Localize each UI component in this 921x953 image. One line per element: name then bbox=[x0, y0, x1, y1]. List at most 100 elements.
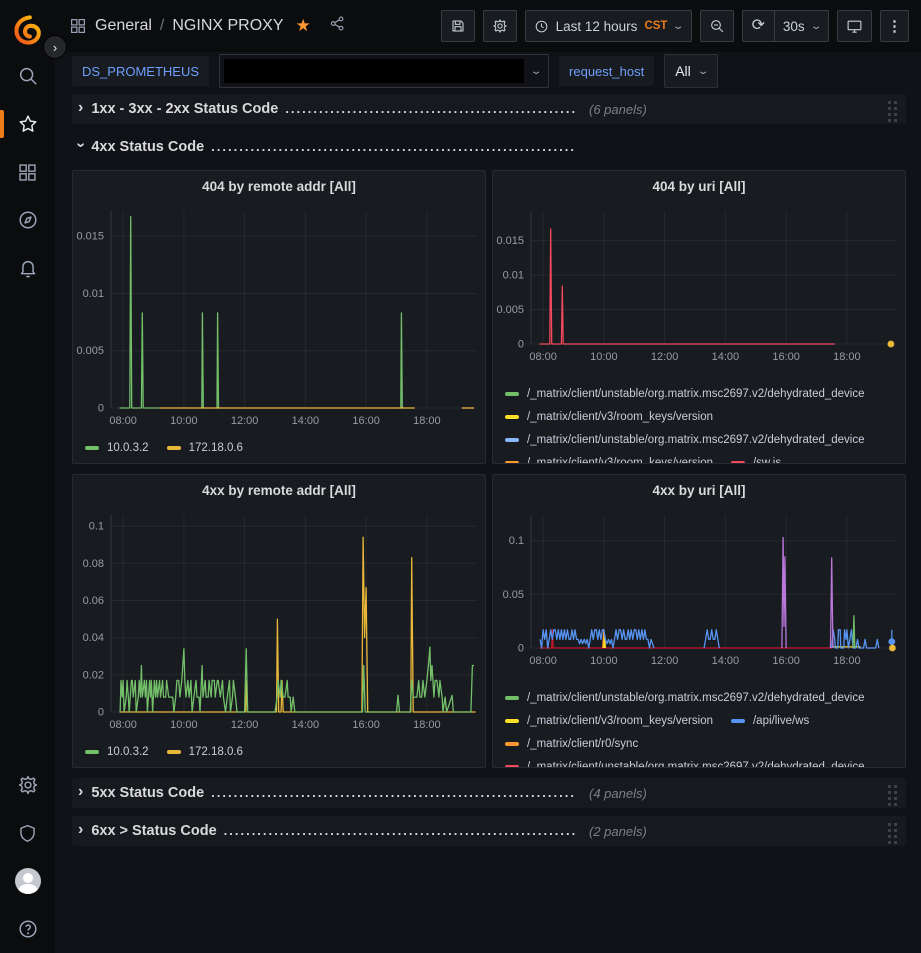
sidebar-item-server-admin[interactable] bbox=[0, 809, 55, 857]
timezone-label: CST bbox=[644, 20, 667, 32]
cycle-view-mode-button[interactable] bbox=[837, 10, 872, 42]
legend-item[interactable]: 10.0.3.2 bbox=[85, 743, 149, 761]
svg-text:10:00: 10:00 bbox=[590, 351, 618, 363]
row-1xx-3xx-2xx[interactable]: › 1xx - 3xx - 2xx Status Code ..........… bbox=[72, 94, 906, 124]
dashboard-grid-icon bbox=[69, 17, 87, 35]
redacted-value bbox=[224, 59, 524, 83]
topbar-actions: Last 12 hours CST ⌄ ⟳ 30s ⌄ bbox=[441, 10, 909, 42]
save-dashboard-button[interactable] bbox=[441, 10, 475, 42]
svg-text:16:00: 16:00 bbox=[352, 415, 380, 427]
legend-item[interactable]: /api/live/ws bbox=[731, 712, 809, 730]
row-title: 1xx - 3xx - 2xx Status Code bbox=[91, 101, 278, 117]
star-dashboard-icon[interactable]: ★ bbox=[296, 16, 311, 36]
legend-swatch bbox=[505, 696, 519, 700]
legend-item[interactable]: /_matrix/client/v3/room_keys/version bbox=[505, 454, 713, 464]
row-leader-dots: ........................................… bbox=[211, 139, 575, 154]
legend-item[interactable]: /_matrix/client/unstable/org.matrix.msc2… bbox=[505, 758, 865, 768]
dashboard-content: › 1xx - 3xx - 2xx Status Code ..........… bbox=[55, 90, 921, 953]
variable-label-request-host[interactable]: request_host bbox=[559, 56, 654, 86]
row-leader-dots: ........................................… bbox=[211, 785, 575, 800]
panel-title[interactable]: 4xx by remote addr [All] bbox=[73, 475, 485, 505]
breadcrumb-separator: / bbox=[160, 17, 164, 35]
datasource-select[interactable]: ⌄ bbox=[219, 54, 549, 88]
svg-text:0.1: 0.1 bbox=[89, 521, 104, 533]
panel-legend: 10.0.3.2 172.18.0.6 bbox=[73, 433, 485, 457]
legend-item[interactable]: 10.0.3.2 bbox=[85, 439, 149, 457]
row-5xx[interactable]: › 5xx Status Code ......................… bbox=[72, 778, 906, 808]
legend-item[interactable]: /_matrix/client/v3/room_keys/version bbox=[505, 408, 713, 426]
panel-legend: /_matrix/client/unstable/org.matrix.msc2… bbox=[493, 683, 905, 768]
row-drag-handle[interactable] bbox=[888, 823, 898, 845]
svg-text:10:00: 10:00 bbox=[170, 415, 198, 427]
sidebar-item-profile[interactable] bbox=[0, 857, 55, 905]
row-panel-count: (2 panels) bbox=[589, 824, 647, 839]
legend-label: /_matrix/client/r0/sync bbox=[527, 735, 638, 753]
refresh-interval-button[interactable]: 30s ⌄ bbox=[774, 10, 829, 42]
svg-text:18:00: 18:00 bbox=[833, 655, 861, 667]
svg-text:0.04: 0.04 bbox=[83, 632, 104, 644]
legend-item[interactable]: /_matrix/client/r0/sync bbox=[505, 735, 638, 753]
chart-404-by-remote-addr[interactable]: 00.0050.010.01508:0010:0012:0014:0016:00… bbox=[73, 201, 483, 433]
grafana-app: › bbox=[0, 0, 921, 953]
time-range-label: Last 12 hours bbox=[556, 19, 638, 34]
chart-4xx-by-remote-addr[interactable]: 00.020.040.060.080.108:0010:0012:0014:00… bbox=[73, 505, 483, 737]
dashboards-grid-icon bbox=[17, 162, 38, 183]
legend-item[interactable]: /_matrix/client/unstable/org.matrix.msc2… bbox=[505, 689, 865, 707]
row-drag-handle[interactable] bbox=[888, 785, 898, 807]
row-4xx[interactable]: › 4xx Status Code ......................… bbox=[72, 132, 906, 162]
chevron-right-icon: › bbox=[78, 100, 83, 117]
variable-label-ds-prometheus[interactable]: DS_PROMETHEUS bbox=[72, 56, 209, 86]
dashboard-settings-button[interactable] bbox=[483, 10, 517, 42]
dashboard-topbar: General / NGINX PROXY ★ bbox=[55, 0, 921, 52]
svg-text:0: 0 bbox=[98, 707, 104, 719]
sidebar-item-explore[interactable] bbox=[0, 196, 55, 244]
legend-item[interactable]: 172.18.0.6 bbox=[167, 439, 243, 457]
row-title: 6xx > Status Code bbox=[91, 823, 216, 839]
sidebar: › bbox=[0, 0, 55, 953]
legend-swatch bbox=[505, 438, 519, 442]
request-host-value: All bbox=[675, 63, 691, 79]
breadcrumb-folder[interactable]: General bbox=[95, 17, 152, 35]
svg-text:0.05: 0.05 bbox=[503, 589, 524, 601]
chart-4xx-by-uri[interactable]: 00.050.108:0010:0012:0014:0016:0018:00 bbox=[493, 505, 903, 683]
row-title: 5xx Status Code bbox=[91, 785, 204, 801]
grafana-logo-icon bbox=[13, 15, 43, 45]
time-range-picker[interactable]: Last 12 hours CST ⌄ bbox=[525, 10, 692, 42]
panel-title[interactable]: 4xx by uri [All] bbox=[493, 475, 905, 505]
sidebar-item-configuration[interactable] bbox=[0, 761, 55, 809]
svg-text:12:00: 12:00 bbox=[651, 351, 679, 363]
request-host-select[interactable]: All ⌄ bbox=[664, 54, 718, 88]
row-drag-handle[interactable] bbox=[888, 101, 898, 123]
legend-label: /_matrix/client/unstable/org.matrix.msc2… bbox=[527, 689, 865, 707]
svg-text:14:00: 14:00 bbox=[292, 719, 320, 731]
legend-label: 10.0.3.2 bbox=[107, 743, 149, 761]
help-icon bbox=[17, 918, 39, 940]
sidebar-item-alerting[interactable] bbox=[0, 244, 55, 292]
sidebar-expand-button[interactable]: › bbox=[43, 35, 67, 59]
svg-text:12:00: 12:00 bbox=[231, 415, 259, 427]
legend-item[interactable]: 172.18.0.6 bbox=[167, 743, 243, 761]
sidebar-item-help[interactable] bbox=[0, 905, 55, 953]
zoom-out-icon bbox=[709, 18, 725, 34]
sidebar-item-starred[interactable] bbox=[0, 100, 55, 148]
sidebar-item-search[interactable] bbox=[0, 52, 55, 100]
panel-title[interactable]: 404 by remote addr [All] bbox=[73, 171, 485, 201]
row-6xx[interactable]: › 6xx > Status Code ....................… bbox=[72, 816, 906, 846]
svg-text:10:00: 10:00 bbox=[170, 719, 198, 731]
share-dashboard-button[interactable] bbox=[319, 15, 346, 37]
zoom-out-time-button[interactable] bbox=[700, 10, 734, 42]
panel-title[interactable]: 404 by uri [All] bbox=[493, 171, 905, 201]
chart-404-by-uri[interactable]: 00.0050.010.01508:0010:0012:0014:0016:00… bbox=[493, 201, 903, 379]
refresh-button[interactable]: ⟳ bbox=[742, 10, 774, 42]
legend-label: /api/live/ws bbox=[753, 712, 809, 730]
breadcrumb-dashboard-title[interactable]: NGINX PROXY bbox=[172, 17, 283, 35]
legend-item[interactable]: /_matrix/client/unstable/org.matrix.msc2… bbox=[505, 431, 865, 449]
legend-swatch bbox=[505, 719, 519, 723]
more-options-button[interactable]: ⋮ bbox=[880, 10, 909, 42]
legend-item[interactable]: /_matrix/client/v3/room_keys/version bbox=[505, 712, 713, 730]
variables-bar: DS_PROMETHEUS ⌄ request_host All ⌄ bbox=[55, 52, 921, 90]
sidebar-item-dashboards[interactable] bbox=[0, 148, 55, 196]
legend-item[interactable]: /sw.js bbox=[731, 454, 781, 464]
legend-item[interactable]: /_matrix/client/unstable/org.matrix.msc2… bbox=[505, 385, 865, 403]
row-leader-dots: ........................................… bbox=[285, 101, 575, 116]
